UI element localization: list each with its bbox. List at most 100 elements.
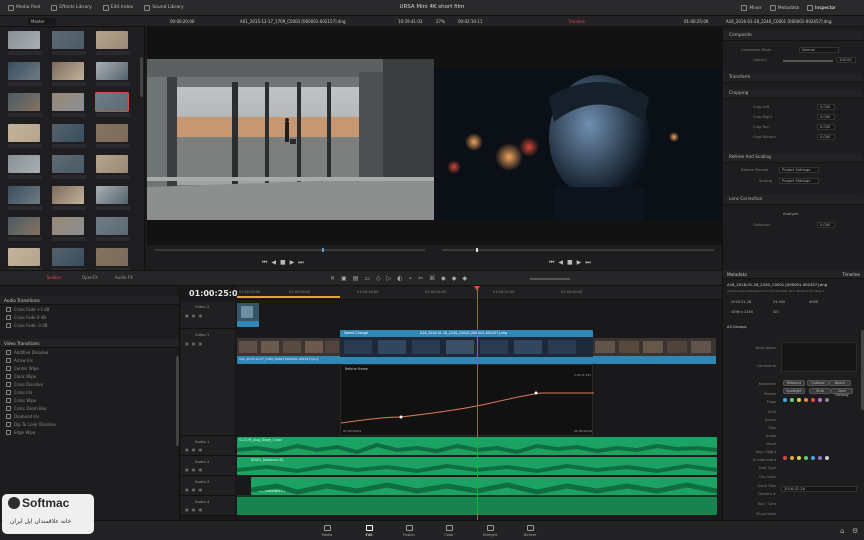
- clip-v1-c[interactable]: [593, 338, 716, 364]
- media-thumbnail[interactable]: [96, 186, 128, 204]
- crop-top-value[interactable]: 0.000: [817, 124, 835, 130]
- media-thumbnail[interactable]: [52, 124, 84, 142]
- crop-left-value[interactable]: 0.000: [817, 104, 835, 110]
- media-pool-button[interactable]: Media Pool: [4, 1, 44, 15]
- transition-item[interactable]: Cross Wipe: [0, 396, 179, 404]
- retime-section[interactable]: Retime And Scaling: [723, 153, 863, 163]
- metadata-clip-color[interactable]: [783, 456, 832, 462]
- keyword-chip[interactable]: Shot: [809, 388, 831, 394]
- media-thumbnail[interactable]: [8, 155, 40, 173]
- settings-icon[interactable]: ⚙: [852, 527, 858, 535]
- media-pool-scrollbar[interactable]: [140, 57, 143, 97]
- tab-audiofx[interactable]: Audio FX: [115, 275, 133, 280]
- transition-item[interactable]: Cross Dissolve: [0, 380, 179, 388]
- edit-tools[interactable]: ✕▣▤▭◇▷◐⌁✂⌘◆◆◆: [330, 275, 473, 282]
- media-thumbnail[interactable]: [96, 248, 128, 266]
- keyword-chip[interactable]: Dark Hallway: [831, 388, 853, 397]
- media-thumbnail[interactable]: [8, 124, 40, 142]
- inspector-button[interactable]: Inspector: [803, 1, 840, 15]
- clip-v1-a[interactable]: A01_2015-12-17_1709_C0003 [000001-002157…: [237, 338, 340, 364]
- page-tab-color[interactable]: Color: [437, 525, 461, 537]
- page-tab-deliver[interactable]: Deliver: [518, 525, 542, 537]
- clip-v2[interactable]: [237, 303, 259, 327]
- metadata-description-box[interactable]: [781, 342, 857, 372]
- source-transport-controls[interactable]: ⏮◀■▶⏭: [262, 259, 308, 267]
- tab-toolbox[interactable]: Toolbox: [46, 275, 61, 280]
- source-scrubber[interactable]: [155, 249, 425, 251]
- metadata-flags[interactable]: [783, 398, 832, 404]
- media-thumbnail[interactable]: [8, 62, 40, 80]
- media-thumbnail[interactable]: [8, 186, 40, 204]
- media-thumbnail[interactable]: [96, 62, 128, 80]
- effects-library-button[interactable]: Effects Library: [47, 1, 95, 15]
- transition-item[interactable]: Center Wipe: [0, 364, 179, 372]
- retime-process-select[interactable]: Project Settings: [779, 167, 819, 173]
- media-thumbnail[interactable]: [95, 92, 129, 112]
- program-scrubber[interactable]: [442, 249, 714, 251]
- track-header-v1[interactable]: Video 1 ▣▣▣: [181, 329, 235, 436]
- transition-item[interactable]: Arrow Iris: [0, 356, 179, 364]
- tab-openfx[interactable]: OpenFX: [82, 275, 98, 280]
- transition-item[interactable]: Dip To Color Dissolve: [0, 420, 179, 428]
- zoom-level[interactable]: 27%: [436, 19, 445, 24]
- timeline-playhead[interactable]: [477, 286, 478, 520]
- opacity-value[interactable]: 100.00: [836, 57, 856, 63]
- composite-section[interactable]: Composite: [723, 31, 863, 41]
- track-header-a2[interactable]: Audio 2 ▣▣▣: [181, 456, 235, 476]
- page-tab-fairlight[interactable]: Fairlight: [478, 525, 502, 537]
- track-header-a4[interactable]: Audio 4 ▣▣▣: [181, 496, 235, 516]
- transition-item[interactable]: Clock Wipe: [0, 372, 179, 380]
- media-thumbnail[interactable]: [52, 93, 84, 111]
- media-thumbnail[interactable]: [52, 155, 84, 173]
- metadata-group-select[interactable]: All Groups: [727, 324, 746, 329]
- page-tab-media[interactable]: Media: [315, 525, 339, 537]
- crop-bottom-value[interactable]: 0.000: [817, 134, 835, 140]
- page-tab-fusion[interactable]: Fusion: [397, 525, 421, 537]
- source-viewer[interactable]: ⏮◀■▶⏭: [147, 27, 434, 270]
- edit-index-button[interactable]: Edit Index: [99, 1, 138, 15]
- home-icon[interactable]: ⌂: [840, 527, 844, 535]
- sound-library-button[interactable]: Sound Library: [140, 1, 187, 15]
- media-thumbnail[interactable]: [52, 186, 84, 204]
- opacity-slider[interactable]: [783, 60, 833, 62]
- distortion-value[interactable]: 0.000: [817, 222, 835, 228]
- mixer-button[interactable]: Mixer: [737, 1, 765, 15]
- media-thumbnail[interactable]: [8, 31, 40, 49]
- metadata-timeline-tab[interactable]: Timeline: [842, 272, 860, 277]
- page-tab-edit[interactable]: Edit: [357, 525, 381, 537]
- transition-item[interactable]: Cross Fade +3 dB: [0, 305, 179, 313]
- transition-item[interactable]: Diamond Iris: [0, 412, 179, 420]
- scaling-select[interactable]: Project Settings: [779, 178, 819, 184]
- track-header-a1[interactable]: Audio 1 ▣▣▣: [181, 436, 235, 456]
- bin-selector[interactable]: Master: [28, 18, 56, 25]
- clip-speed-change[interactable]: Speed Change A16_2016-01-28_2240_C0001 […: [340, 330, 593, 364]
- media-thumbnail[interactable]: [96, 124, 128, 142]
- media-thumbnail[interactable]: [52, 217, 84, 235]
- media-thumbnail[interactable]: [8, 93, 40, 111]
- transition-item[interactable]: Cross Fade 0 dB: [0, 313, 179, 321]
- transition-item[interactable]: Additive Dissolve: [0, 348, 179, 356]
- transition-item[interactable]: Edge Wipe: [0, 428, 179, 436]
- cropping-section[interactable]: Cropping: [723, 89, 863, 99]
- keyword-chip[interactable]: Outdoor: [807, 380, 829, 386]
- metadata-button[interactable]: Metadata: [766, 1, 803, 15]
- track-header-a3[interactable]: Audio 3 ▣▣▣: [181, 476, 235, 496]
- effects-scrollbar[interactable]: [176, 356, 179, 446]
- keyword-chip[interactable]: Rebecca: [783, 380, 805, 386]
- media-thumbnail[interactable]: [96, 155, 128, 173]
- keyword-chip[interactable]: Spotlight: [783, 388, 805, 394]
- media-thumbnail[interactable]: [96, 217, 128, 235]
- transform-section[interactable]: Transform: [723, 73, 863, 83]
- track-header-v2[interactable]: Video 2 ▣▣▣: [181, 301, 235, 329]
- crop-right-value[interactable]: 0.000: [817, 114, 835, 120]
- media-thumbnail[interactable]: [8, 248, 40, 266]
- timeline-name[interactable]: Timeline: [568, 19, 585, 24]
- media-thumbnail[interactable]: [52, 31, 84, 49]
- media-thumbnail[interactable]: [52, 248, 84, 266]
- media-thumbnail[interactable]: [8, 217, 40, 235]
- shoot-date-field[interactable]: 2016-01-28: [781, 486, 857, 492]
- media-thumbnail[interactable]: [96, 31, 128, 49]
- composite-mode-select[interactable]: Normal: [799, 47, 839, 53]
- transition-item[interactable]: Cross Fade -3 dB: [0, 321, 179, 329]
- transition-item[interactable]: Cross Zoom Blur: [0, 404, 179, 412]
